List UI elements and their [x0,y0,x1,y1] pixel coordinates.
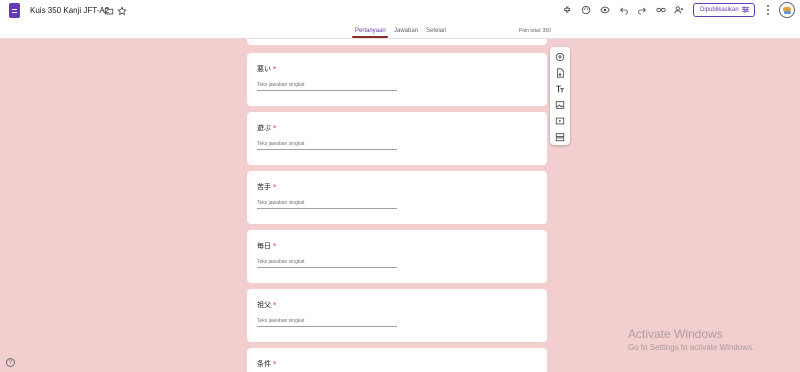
publish-button[interactable]: Dipublikasikan [693,3,755,17]
add-question-icon[interactable] [554,51,566,63]
short-answer-placeholder: Teks jawaban singkat [257,318,305,324]
short-answer-placeholder: Teks jawaban singkat [257,141,305,147]
top-app-bar: Kuis 350 Kanji JFT-A2 Dipublikasikan [0,0,800,22]
help-icon[interactable]: ? [6,358,15,367]
question-toolbar [550,47,570,145]
required-mark: * [273,242,277,250]
star-icon[interactable] [116,5,127,16]
more-vert-icon[interactable] [765,4,771,16]
activate-windows-title: Activate Windows [628,327,723,341]
question-card[interactable]: 条件 * [247,348,547,372]
required-mark: * [273,65,277,73]
short-answer-placeholder: Teks jawaban singkat [257,259,305,265]
redo-icon[interactable] [636,4,648,16]
import-questions-icon[interactable] [554,67,566,79]
question-title[interactable]: 祖父 * [257,300,277,310]
active-tab-indicator [352,36,388,38]
add-person-icon[interactable] [673,4,685,16]
preview-eye-icon[interactable] [599,4,611,16]
short-answer-field: Teks jawaban singkat [257,141,397,150]
activate-windows-subtitle: Go to Settings to activate Windows. [628,343,755,352]
required-mark: * [273,124,277,132]
question-card[interactable]: 毎日 * Teks jawaban singkat [247,230,547,283]
undo-icon[interactable] [618,4,630,16]
question-title[interactable]: 条件 * [257,359,277,369]
question-card[interactable]: 苦手 * Teks jawaban singkat [247,171,547,224]
add-video-icon[interactable] [554,115,566,127]
short-answer-field: Teks jawaban singkat [257,82,397,91]
tab-pertanyaan[interactable]: Pertanyaan [355,28,386,34]
tab-jawaban[interactable]: Jawaban [394,28,418,34]
add-section-icon[interactable] [554,131,566,143]
form-editor: 悪い * Teks jawaban singkat 遊ぶ * Teks jawaba… [0,39,800,372]
tune-icon [741,1,750,19]
avatar[interactable] [779,2,795,18]
short-answer-placeholder: Teks jawaban singkat [257,82,305,88]
tab-setelan[interactable]: Setelan [426,28,446,34]
question-title[interactable]: 苦手 * [257,182,277,192]
folder-icon[interactable] [103,5,114,16]
add-title-icon[interactable] [554,83,566,95]
link-icon[interactable] [655,4,667,16]
question-title[interactable]: 遊ぶ * [257,123,277,133]
short-answer-field: Teks jawaban singkat [257,200,397,209]
short-answer-field: Teks jawaban singkat [257,318,397,327]
short-answer-field: Teks jawaban singkat [257,259,397,268]
required-mark: * [273,183,277,191]
tabs-bar: Pertanyaan Jawaban Setelan Poin total: 3… [0,22,800,39]
question-card[interactable]: 祖父 * Teks jawaban singkat [247,289,547,342]
forms-logo-icon[interactable] [9,3,20,18]
publish-label: Dipublikasikan [700,7,739,13]
short-answer-placeholder: Teks jawaban singkat [257,200,305,206]
required-mark: * [273,301,277,309]
addon-icon[interactable] [562,4,574,16]
question-card-partial[interactable] [247,39,547,45]
add-image-icon[interactable] [554,99,566,111]
points-total: Poin total: 350 [519,28,551,34]
question-title[interactable]: 毎日 * [257,241,277,251]
question-card[interactable]: 遊ぶ * Teks jawaban singkat [247,112,547,165]
question-card[interactable]: 悪い * Teks jawaban singkat [247,53,547,106]
palette-icon[interactable] [580,4,592,16]
required-mark: * [273,360,277,368]
question-title[interactable]: 悪い * [257,64,277,74]
form-title[interactable]: Kuis 350 Kanji JFT-A2 [30,6,109,15]
